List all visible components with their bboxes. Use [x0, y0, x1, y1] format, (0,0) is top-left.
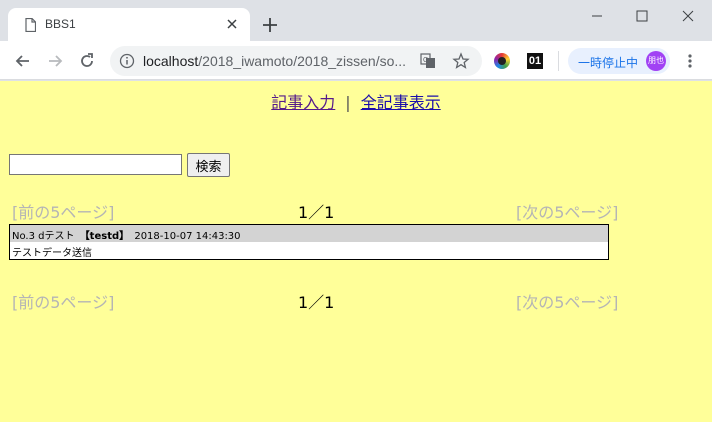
address-bar[interactable]: localhost/2018_iwamoto/2018_zissen/so...… — [110, 46, 482, 76]
info-icon[interactable] — [119, 53, 135, 69]
top-navigation: 記事入力 | 全記事表示 — [0, 89, 712, 113]
profile-paused-button[interactable]: 一時停止中 朋也 — [568, 48, 670, 74]
close-tab-icon[interactable] — [224, 16, 240, 32]
entry-link[interactable]: 記事入力 — [271, 93, 335, 112]
post-title: No.3 dテスト — [12, 231, 75, 242]
translate-icon[interactable]: G — [420, 53, 436, 69]
browser-tab[interactable]: BBS1 — [8, 8, 250, 41]
post-header: No.3 dテスト 【testd】 2018-10-07 14:43:30 — [10, 225, 608, 242]
post-body: テストデータ送信 — [12, 248, 92, 259]
back-arrow-icon[interactable] — [13, 51, 33, 71]
kebab-menu-icon[interactable] — [682, 53, 698, 69]
svg-text:G: G — [423, 57, 428, 64]
nav-separator: | — [345, 93, 351, 112]
url-text[interactable]: localhost/2018_iwamoto/2018_zissen/so... — [143, 53, 406, 69]
document-icon — [25, 18, 36, 32]
search-button[interactable]: 検索 — [187, 153, 230, 177]
url-host: localhost — [143, 53, 199, 69]
bookmark-star-icon[interactable] — [452, 52, 470, 70]
next-pages-link: [次の5ページ] — [516, 203, 619, 222]
tab-strip: BBS1 — [0, 0, 712, 41]
profile-avatar: 朋也 — [646, 51, 666, 71]
url-path: /2018_iwamoto/2018_zissen/so... — [198, 53, 407, 69]
search-input[interactable] — [9, 154, 182, 175]
prev-pages-link: [前の5ページ] — [12, 203, 115, 222]
page-content: 記事入力 | 全記事表示 検索 [前の5ページ] 1／1 [次の5ページ] No.3… — [0, 81, 712, 422]
pager-top: [前の5ページ] 1／1 [次の5ページ] — [0, 199, 712, 222]
reload-icon[interactable] — [77, 51, 97, 71]
page-indicator: 1／1 — [298, 203, 335, 222]
post-item: No.3 dテスト 【testd】 2018-10-07 14:43:30 テス… — [9, 224, 609, 260]
forward-arrow-icon[interactable] — [45, 51, 65, 71]
maximize-icon[interactable] — [632, 6, 652, 26]
minimize-icon[interactable] — [587, 6, 607, 26]
pager-bottom: [前の5ページ] 1／1 [次の5ページ] — [0, 289, 712, 312]
browser-toolbar: localhost/2018_iwamoto/2018_zissen/so...… — [0, 41, 712, 80]
prev-pages-link: [前の5ページ] — [12, 293, 115, 312]
color-extension-icon[interactable] — [494, 53, 510, 69]
toolbar-divider — [558, 51, 559, 71]
tab-title: BBS1 — [45, 17, 76, 31]
post-user: 【testd】 — [79, 231, 130, 242]
new-tab-icon[interactable] — [262, 17, 278, 33]
paused-label: 一時停止中 — [578, 56, 639, 70]
page-indicator: 1／1 — [298, 293, 335, 312]
window-close-icon[interactable] — [678, 6, 698, 26]
show-all-link[interactable]: 全記事表示 — [361, 93, 441, 112]
post-timestamp: 2018-10-07 14:43:30 — [134, 231, 241, 242]
next-pages-link: [次の5ページ] — [516, 293, 619, 312]
extension-badge-icon[interactable]: 01 — [527, 53, 543, 69]
